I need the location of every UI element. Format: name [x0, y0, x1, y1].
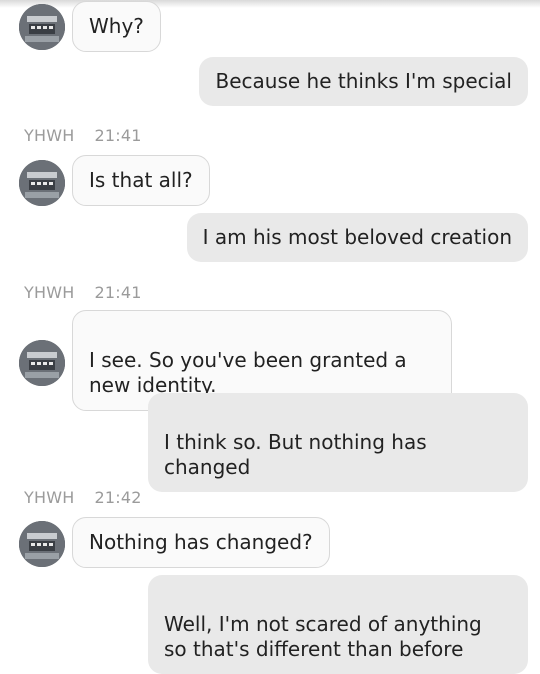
- avatar-image-icon: [19, 4, 65, 50]
- message-text: I see. So you've been granted a new iden…: [89, 348, 407, 397]
- message-text: Well, I'm not scared of anything so that…: [164, 612, 482, 661]
- sender-avatar[interactable]: [19, 340, 65, 386]
- sender-name: YHWH: [24, 283, 75, 302]
- sender-avatar[interactable]: [19, 4, 65, 50]
- message-bubble-incoming[interactable]: Is that all?: [72, 155, 210, 206]
- sender-avatar[interactable]: [19, 160, 65, 206]
- message-bubble-outgoing[interactable]: Well, I'm not scared of anything so that…: [148, 575, 528, 674]
- sender-avatar[interactable]: [19, 521, 65, 567]
- message-text: Why?: [89, 14, 144, 38]
- message-text: I am his most beloved creation: [202, 225, 512, 249]
- message-text: Nothing has changed?: [89, 530, 313, 554]
- avatar-image-icon: [19, 521, 65, 567]
- message-time: 21:42: [94, 488, 142, 507]
- avatar-image-icon: [19, 160, 65, 206]
- message-text: Because he thinks I'm special: [215, 69, 512, 93]
- message-bubble-outgoing[interactable]: I think so. But nothing has changed: [148, 393, 528, 492]
- message-time: 21:41: [94, 126, 142, 145]
- message-text: Is that all?: [89, 168, 193, 192]
- message-meta: YHWH 21:42: [24, 488, 142, 507]
- message-meta: YHWH 21:41: [24, 126, 142, 145]
- sender-name: YHWH: [24, 126, 75, 145]
- sender-name: YHWH: [24, 488, 75, 507]
- message-bubble-outgoing[interactable]: I am his most beloved creation: [186, 213, 528, 262]
- avatar-image-icon: [19, 340, 65, 386]
- message-bubble-outgoing[interactable]: Because he thinks I'm special: [199, 57, 528, 106]
- message-bubble-incoming[interactable]: Nothing has changed?: [72, 517, 330, 568]
- message-text: I think so. But nothing has changed: [164, 430, 427, 479]
- message-time: 21:41: [94, 283, 142, 302]
- message-meta: YHWH 21:41: [24, 283, 142, 302]
- message-bubble-incoming[interactable]: Why?: [72, 1, 161, 52]
